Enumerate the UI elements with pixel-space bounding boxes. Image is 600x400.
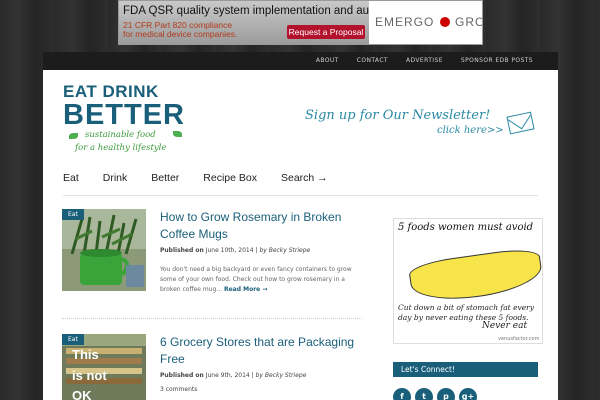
social-links: f t p g+ xyxy=(393,388,477,400)
ad-headline: FDA QSR quality system implementation an… xyxy=(123,5,397,17)
leaf-icon xyxy=(69,133,78,139)
pinterest-icon[interactable]: p xyxy=(437,388,455,400)
post-thumbnail[interactable]: This is not OK Eat xyxy=(62,334,146,400)
sidebar-ad-heading: 5 foods women must avoid xyxy=(398,222,534,233)
top-bar: ABOUT CONTACT ADVERTISE SPONSOR EDB POST… xyxy=(43,52,558,70)
sidebar-ad-text: Cut down a bit of stomach fat every day … xyxy=(398,303,535,322)
post-date: June 9th, 2014 xyxy=(205,372,250,379)
newsletter-heading: Sign up for Our Newsletter! xyxy=(305,108,491,123)
meta-separator: | xyxy=(255,247,258,254)
post-divider xyxy=(62,318,362,319)
top-nav-about[interactable]: ABOUT xyxy=(307,52,348,70)
post-item: This is not OK Eat 6 Grocery Stores that… xyxy=(62,334,362,400)
leaf-icon xyxy=(173,131,182,137)
nav-better[interactable]: Better xyxy=(151,172,179,184)
facebook-icon[interactable]: f xyxy=(393,388,411,400)
newsletter-signup[interactable]: Sign up for Our Newsletter! click here>> xyxy=(305,108,540,142)
ad-brand: EMERGO xyxy=(375,15,435,29)
post-excerpt: You don't need a big backyard or even fa… xyxy=(160,265,352,295)
top-nav-sponsor[interactable]: SPONSOR EDB POSTS xyxy=(452,52,542,70)
post-meta: Published on June 9th, 2014 | by Becky S… xyxy=(160,372,306,379)
emergo-logo: EMERGO GROUP xyxy=(375,15,482,29)
logo-tagline1: sustainable food xyxy=(85,130,156,140)
ad-brand-panel: EMERGO GROUP xyxy=(369,1,482,44)
photo-text: OK xyxy=(72,388,92,400)
newsletter-click[interactable]: click here>> xyxy=(437,125,504,136)
rosemary-photo xyxy=(62,209,146,291)
post-date: June 10th, 2014 xyxy=(205,247,254,254)
banana-illustration xyxy=(407,246,542,306)
site-logo[interactable]: EAT DRINK BETTER sustainable food for a … xyxy=(63,82,188,162)
top-ad-banner[interactable]: FDA QSR quality system implementation an… xyxy=(118,0,483,45)
meta-separator: | xyxy=(251,372,254,379)
post-title[interactable]: 6 Grocery Stores that are Packaging Free xyxy=(160,334,360,368)
post-item: Eat How to Grow Rosemary in Broken Coffe… xyxy=(62,209,362,294)
post-thumbnail[interactable]: Eat xyxy=(62,209,146,291)
emergo-logo-icon xyxy=(439,17,450,27)
photo-text: This xyxy=(72,347,99,362)
published-label: Published on xyxy=(160,372,204,379)
envelope-icon xyxy=(506,111,535,135)
photo-text: is not xyxy=(72,368,107,383)
top-nav: ABOUT CONTACT ADVERTISE SPONSOR EDB POST… xyxy=(307,52,542,70)
ad-left-panel: FDA QSR quality system implementation an… xyxy=(119,1,397,44)
connect-heading: Let's Connect! xyxy=(393,362,538,377)
nav-divider xyxy=(63,195,538,196)
ad-brand-suffix: GROUP xyxy=(455,15,482,29)
nav-recipe-box[interactable]: Recipe Box xyxy=(203,172,257,184)
nav-eat[interactable]: Eat xyxy=(63,172,79,184)
top-nav-contact[interactable]: CONTACT xyxy=(348,52,397,70)
sidebar-ad[interactable]: 5 foods women must avoid Cut down a bit … xyxy=(393,218,543,344)
post-title[interactable]: How to Grow Rosemary in Broken Coffee Mu… xyxy=(160,209,360,243)
page-container: ABOUT CONTACT ADVERTISE SPONSOR EDB POST… xyxy=(43,52,558,400)
top-nav-advertise[interactable]: ADVERTISE xyxy=(397,52,452,70)
main-nav: Eat Drink Better Recipe Box Search → xyxy=(63,172,352,184)
post-author[interactable]: by Becky Striepe xyxy=(259,247,310,254)
nav-search[interactable]: Search → xyxy=(281,172,328,184)
twitter-icon[interactable]: t xyxy=(415,388,433,400)
nav-drink[interactable]: Drink xyxy=(103,172,128,184)
published-label: Published on xyxy=(160,247,204,254)
logo-line2: BETTER xyxy=(63,99,185,131)
category-badge[interactable]: Eat xyxy=(62,209,84,220)
post-author[interactable]: by Becky Striepe xyxy=(256,372,307,379)
ad-subtext: 21 CFR Part 820 compliance for medical d… xyxy=(123,20,238,39)
sidebar-ad-never: Never eat xyxy=(482,321,528,331)
read-more-link[interactable]: Read More → xyxy=(224,286,267,293)
sidebar-ad-credit: venusfactor.com xyxy=(498,336,540,342)
post-comments[interactable]: 3 comments xyxy=(160,386,197,393)
google-plus-icon[interactable]: g+ xyxy=(459,388,477,400)
post-meta: Published on June 10th, 2014 | by Becky … xyxy=(160,247,310,254)
ad-request-button[interactable]: Request a Proposal xyxy=(287,25,365,39)
logo-tagline2: for a healthy lifestyle xyxy=(75,143,167,153)
category-badge[interactable]: Eat xyxy=(62,334,84,345)
